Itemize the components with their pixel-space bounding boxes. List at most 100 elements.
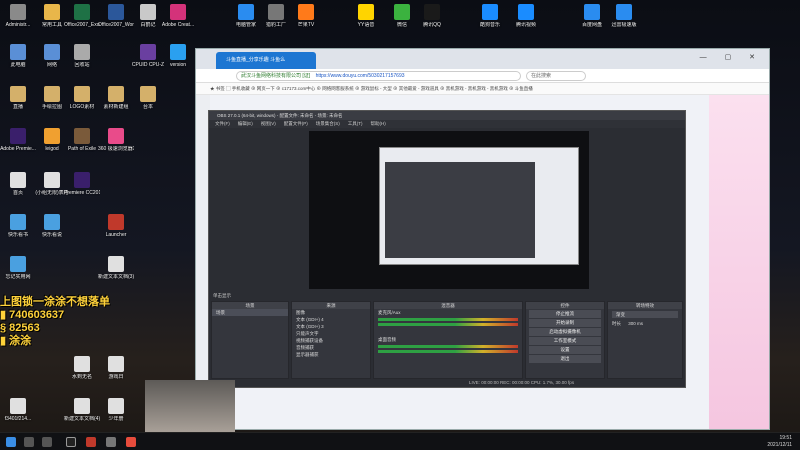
source-item[interactable]: 文本 (GDI+) 3 [292, 323, 370, 330]
desktop-icon[interactable]: 直播 [0, 86, 36, 110]
obs-menu-item[interactable]: 编辑(E) [238, 121, 253, 126]
obs-menu-item[interactable]: 文件(F) [215, 121, 230, 126]
source-item[interactable]: 视频捕获设备 [292, 337, 370, 344]
obs-menu-item[interactable]: 场景集合(S) [316, 121, 340, 126]
desktop-icon-label: Premiere CC2019 [64, 190, 100, 196]
obs-window[interactable]: OBS 27.0.1 (64-bit, windows) - 配置文件: 未命名… [208, 110, 686, 388]
source-item[interactable]: 显示器捕获 [292, 351, 370, 358]
desktop-icon[interactable]: Path of Exile [64, 128, 100, 152]
obs-taskbar-icon[interactable] [66, 437, 76, 447]
app-taskbar-icon[interactable] [106, 437, 116, 447]
desktop-icon[interactable]: 新建文本文档(3) [98, 256, 134, 280]
desktop-icon[interactable]: 台本 [130, 86, 166, 110]
overlay-fans: § 82563 [0, 322, 40, 334]
desktop-icon[interactable]: 新建文本文档(4) [64, 398, 100, 422]
desktop-icon[interactable]: 芒果TV [288, 4, 324, 28]
desktop-icon[interactable]: LOGO素材 [64, 86, 100, 110]
url-text: https://www.douyu.com/5030217157693 [315, 73, 405, 79]
obs-control-button[interactable]: 停止推流 [529, 310, 601, 318]
desktop-icon[interactable]: 忘记实用网 [0, 256, 36, 280]
desktop-icon[interactable]: 此电脑 [0, 44, 36, 68]
app-icon [140, 86, 156, 102]
obs-menu-item[interactable]: 视图(V) [261, 121, 276, 126]
clock-time: 19:51 [779, 435, 792, 441]
desktop-icon[interactable]: YY语音 [348, 4, 384, 28]
app-icon [482, 4, 498, 20]
desktop-icon[interactable]: 百度网盘 [574, 4, 610, 28]
app-icon [424, 4, 440, 20]
source-item[interactable]: 文本 (GDI+) 4 [292, 316, 370, 323]
app-taskbar-icon[interactable] [86, 437, 96, 447]
transitions-header: 转场特效 [608, 302, 682, 309]
scene-item[interactable]: 场景 [212, 309, 288, 316]
transition-type-select[interactable]: 渐变 [612, 311, 678, 318]
desktop-icon[interactable]: 快乐看说 [34, 214, 70, 238]
desktop-icon[interactable]: Adobe Premie... [0, 128, 36, 152]
app-icon [108, 356, 124, 372]
desktop-icon[interactable]: 腾讯QQ [414, 4, 450, 28]
app-icon [74, 44, 90, 60]
desktop-icon[interactable]: 游戏日 [98, 356, 134, 380]
app-icon [74, 86, 90, 102]
desktop-icon[interactable]: 回收站 [64, 44, 100, 68]
transition-duration[interactable]: 时长 300 ms [608, 320, 682, 327]
transitions-panel: 转场特效 渐变 时长 300 ms [607, 301, 683, 379]
desktop-icon[interactable]: Premiere CC2019 [64, 172, 100, 196]
obs-menu-item[interactable]: 配置文件(P) [284, 121, 308, 126]
desktop-icon-label: Adobe Creat... [161, 22, 195, 28]
desktop-icon[interactable]: Office2007_Excel文档 [64, 4, 100, 28]
address-bar: 武汉斗鱼网络科技有限公司 [证] https://www.douyu.com/5… [196, 69, 769, 83]
obs-control-button[interactable]: 工作室模式 [529, 337, 601, 345]
app-icon [108, 256, 124, 272]
search-input[interactable]: 在此搜索 [526, 71, 586, 81]
desktop-icon[interactable]: 素材新建组 [98, 86, 134, 110]
url-input[interactable]: 武汉斗鱼网络科技有限公司 [证] https://www.douyu.com/5… [236, 71, 521, 81]
desktop-icon[interactable]: Adobe Creat... [160, 4, 196, 28]
start-icon[interactable] [6, 437, 16, 447]
obs-control-button[interactable]: 设置 [529, 346, 601, 354]
browser-tab-active[interactable]: 斗鱼直播_分享乐趣 斗鱼么 [216, 52, 316, 69]
obs-preview[interactable] [309, 131, 589, 289]
taskview-icon[interactable] [42, 437, 52, 447]
source-item[interactable]: 只能声文字 [292, 330, 370, 337]
mixer-channel-desktop: 桌面音频 [378, 337, 396, 342]
obs-control-button[interactable]: 启动虚拟摄像机 [529, 328, 601, 336]
obs-control-button[interactable]: 开始录制 [529, 319, 601, 327]
preview-nested-obs [385, 162, 535, 258]
app-icon [108, 4, 124, 20]
app-icon [44, 214, 60, 230]
desktop-icon[interactable]: 迅雷极速版 [606, 4, 642, 28]
obs-control-button[interactable]: 退出 [529, 355, 601, 363]
desktop-icon[interactable]: 腾讯视频 [508, 4, 544, 28]
desktop-icon[interactable]: Launcher [98, 214, 134, 238]
app-icon [10, 86, 26, 102]
app-icon [10, 44, 26, 60]
desktop-icon[interactable]: 快乐看书 [0, 214, 36, 238]
window-controls[interactable]: — ▢ ✕ [700, 53, 763, 61]
obs-menu-item[interactable]: 帮助(H) [371, 121, 386, 126]
desktop-icon-label: Path of Exile [67, 146, 97, 152]
obs-menu-item[interactable]: 工具(T) [348, 121, 363, 126]
app-taskbar-icon[interactable] [126, 437, 136, 447]
desktop-icon[interactable]: version [160, 44, 196, 68]
desktop-icon[interactable]: 少年册 [98, 398, 134, 422]
app-icon [44, 128, 60, 144]
desktop-icon[interactable]: Administr... [0, 4, 36, 28]
desktop-icon[interactable]: f3401f214... [0, 398, 36, 422]
desktop-icon[interactable]: 水到无名 [64, 356, 100, 380]
desktop-icon[interactable]: Office2007_Word文档 [98, 4, 134, 28]
desktop-icon[interactable]: 酷狗音乐 [472, 4, 508, 28]
desktop-icon-label: 快乐看说 [41, 232, 62, 238]
desktop-icon[interactable]: 首页 [0, 172, 36, 196]
app-icon [140, 4, 156, 20]
desktop-icon-label: 直播 [12, 104, 23, 110]
desktop-icon-label: YY语音 [357, 22, 375, 28]
duration-value: 300 ms [628, 321, 644, 326]
desktop-icon[interactable]: 360 极速浏览器X [98, 128, 134, 152]
system-clock[interactable]: 19:51 2021/12/11 [767, 435, 792, 449]
source-item[interactable]: 音频捕获 [292, 344, 370, 351]
bookmarks-bar[interactable]: ★ 书签 ▢ 手机收藏 ⊕ 网页一下 ⊕ c17173.com中心 ⊕ 网络网客… [196, 83, 769, 95]
source-item[interactable]: 图像 [292, 309, 370, 316]
app-icon [238, 4, 254, 20]
search-icon[interactable] [24, 437, 34, 447]
